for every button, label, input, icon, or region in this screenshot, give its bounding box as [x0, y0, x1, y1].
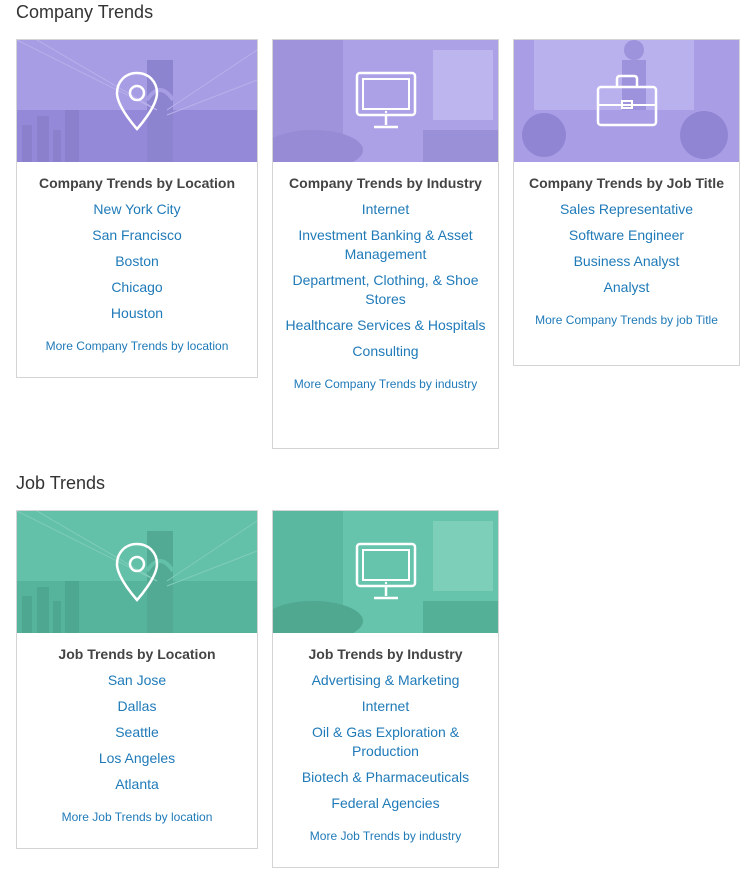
link-healthcare[interactable]: Healthcare Services & Hospitals: [286, 317, 486, 333]
card-title: Company Trends by Industry: [289, 175, 482, 191]
link-software-engineer[interactable]: Software Engineer: [569, 227, 684, 243]
more-job-location-link[interactable]: More Job Trends by location: [27, 810, 247, 824]
company-trends-heading: Company Trends: [16, 2, 154, 22]
link-internet[interactable]: Internet: [362, 698, 409, 714]
company-location-image[interactable]: [17, 40, 257, 162]
link-san-francisco[interactable]: San Francisco: [92, 227, 181, 243]
company-industry-card: Company Trends by Industry Internet Inve…: [272, 39, 499, 449]
link-analyst[interactable]: Analyst: [604, 279, 650, 295]
company-jobtitle-image[interactable]: [514, 40, 739, 162]
link-consulting[interactable]: Consulting: [352, 343, 418, 359]
link-advertising-marketing[interactable]: Advertising & Marketing: [312, 672, 460, 688]
link-business-analyst[interactable]: Business Analyst: [574, 253, 680, 269]
job-trends-heading: Job Trends: [16, 473, 106, 493]
link-biotech[interactable]: Biotech & Pharmaceuticals: [302, 769, 469, 785]
job-industry-image[interactable]: [273, 511, 498, 633]
link-dallas[interactable]: Dallas: [118, 698, 157, 714]
more-job-industry-link[interactable]: More Job Trends by industry: [283, 829, 488, 843]
link-chicago[interactable]: Chicago: [111, 279, 162, 295]
job-location-card: Job Trends by Location San Jose Dallas S…: [16, 510, 258, 849]
job-industry-card: Job Trends by Industry Advertising & Mar…: [272, 510, 499, 868]
card-title: Job Trends by Industry: [308, 646, 463, 662]
more-company-industry-link[interactable]: More Company Trends by industry: [283, 377, 488, 391]
link-sales-representative[interactable]: Sales Representative: [560, 201, 693, 217]
company-location-card: Company Trends by Location New York City…: [16, 39, 258, 378]
monitor-icon: [355, 542, 416, 600]
link-los-angeles[interactable]: Los Angeles: [99, 750, 175, 766]
link-internet[interactable]: Internet: [362, 201, 409, 217]
link-federal-agencies[interactable]: Federal Agencies: [331, 795, 439, 811]
company-industry-image[interactable]: [273, 40, 498, 162]
link-investment-banking[interactable]: Investment Banking & Asset Management: [298, 227, 472, 262]
link-new-york-city[interactable]: New York City: [93, 201, 180, 217]
location-pin-icon: [115, 71, 159, 131]
link-oil-gas[interactable]: Oil & Gas Exploration & Production: [312, 724, 459, 759]
link-atlanta[interactable]: Atlanta: [115, 776, 159, 792]
job-location-image[interactable]: [17, 511, 257, 633]
card-title: Job Trends by Location: [58, 646, 216, 662]
company-jobtitle-card: Company Trends by Job Title Sales Repres…: [513, 39, 740, 366]
link-seattle[interactable]: Seattle: [115, 724, 159, 740]
card-title: Company Trends by Job Title: [528, 175, 724, 191]
more-company-jobtitle-link[interactable]: More Company Trends by job Title: [524, 313, 729, 327]
monitor-icon: [355, 71, 416, 129]
link-houston[interactable]: Houston: [111, 305, 163, 321]
more-company-location-link[interactable]: More Company Trends by location: [27, 339, 247, 353]
link-san-jose[interactable]: San Jose: [108, 672, 166, 688]
location-pin-icon: [115, 542, 159, 602]
briefcase-icon: [596, 74, 657, 127]
link-department-stores[interactable]: Department, Clothing, & Shoe Stores: [293, 272, 479, 307]
link-boston[interactable]: Boston: [115, 253, 159, 269]
card-title: Company Trends by Location: [38, 175, 236, 191]
